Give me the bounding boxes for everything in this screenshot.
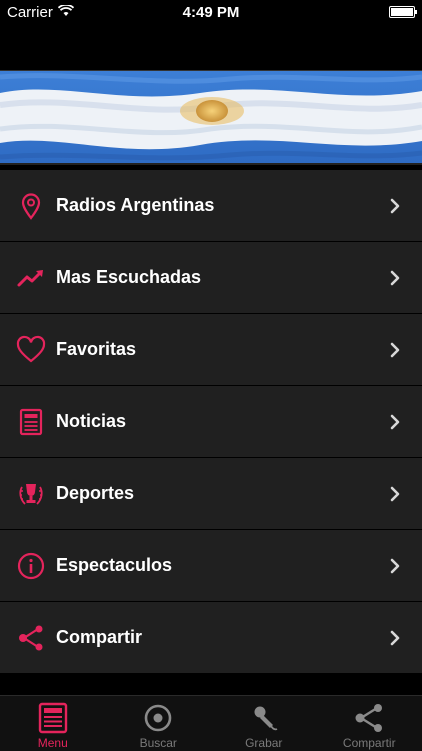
chevron-right-icon	[388, 558, 402, 574]
tab-label: Buscar	[106, 736, 212, 750]
tab-grabar[interactable]: Grabar	[211, 696, 317, 751]
menu-item-radios-argentinas[interactable]: Radios Argentinas	[0, 170, 422, 242]
battery-level	[391, 8, 413, 16]
menu-item-label: Radios Argentinas	[56, 195, 214, 216]
share-icon	[16, 623, 46, 653]
chevron-right-icon	[388, 414, 402, 430]
tab-buscar[interactable]: Buscar	[106, 696, 212, 751]
menu-item-label: Espectaculos	[56, 555, 172, 576]
location-pin-icon	[16, 191, 46, 221]
trophy-icon	[16, 479, 46, 509]
carrier-label: Carrier	[7, 4, 53, 21]
menu-item-deportes[interactable]: Deportes	[0, 458, 422, 530]
menu-list-icon	[37, 702, 69, 734]
menu-item-label: Compartir	[56, 627, 142, 648]
battery-icon	[389, 6, 415, 18]
trending-up-icon	[16, 263, 46, 293]
share-icon	[353, 702, 385, 734]
chevron-right-icon	[388, 486, 402, 502]
chevron-right-icon	[388, 630, 402, 646]
tab-label: Compartir	[317, 736, 422, 750]
menu-item-noticias[interactable]: Noticias	[0, 386, 422, 458]
menu-item-label: Mas Escuchadas	[56, 267, 201, 288]
chevron-right-icon	[388, 270, 402, 286]
status-bar: Carrier 4:49 PM	[0, 0, 422, 24]
menu-item-label: Deportes	[56, 483, 134, 504]
menu-item-compartir[interactable]: Compartir	[0, 602, 422, 674]
heart-icon	[16, 335, 46, 365]
flag-banner	[0, 70, 422, 165]
menu-item-espectaculos[interactable]: Espectaculos	[0, 530, 422, 602]
wifi-icon	[58, 4, 74, 21]
target-icon	[142, 702, 174, 734]
menu-item-label: Favoritas	[56, 339, 136, 360]
tab-menu[interactable]: Menu	[0, 696, 106, 751]
chevron-right-icon	[388, 198, 402, 214]
menu-item-mas-escuchadas[interactable]: Mas Escuchadas	[0, 242, 422, 314]
tab-label: Grabar	[211, 736, 317, 750]
info-icon	[16, 551, 46, 581]
carrier-info: Carrier	[7, 4, 74, 21]
menu-item-label: Noticias	[56, 411, 126, 432]
tab-compartir[interactable]: Compartir	[317, 696, 422, 751]
tab-label: Menu	[0, 736, 106, 750]
tab-bar: Menu Buscar Grabar Compartir	[0, 695, 422, 751]
menu-item-favoritas[interactable]: Favoritas	[0, 314, 422, 386]
newspaper-icon	[16, 407, 46, 437]
chevron-right-icon	[388, 342, 402, 358]
menu-list: Radios Argentinas Mas Escuchadas Favorit…	[0, 170, 422, 674]
microphone-icon	[248, 702, 280, 734]
argentina-flag-image	[0, 71, 422, 163]
